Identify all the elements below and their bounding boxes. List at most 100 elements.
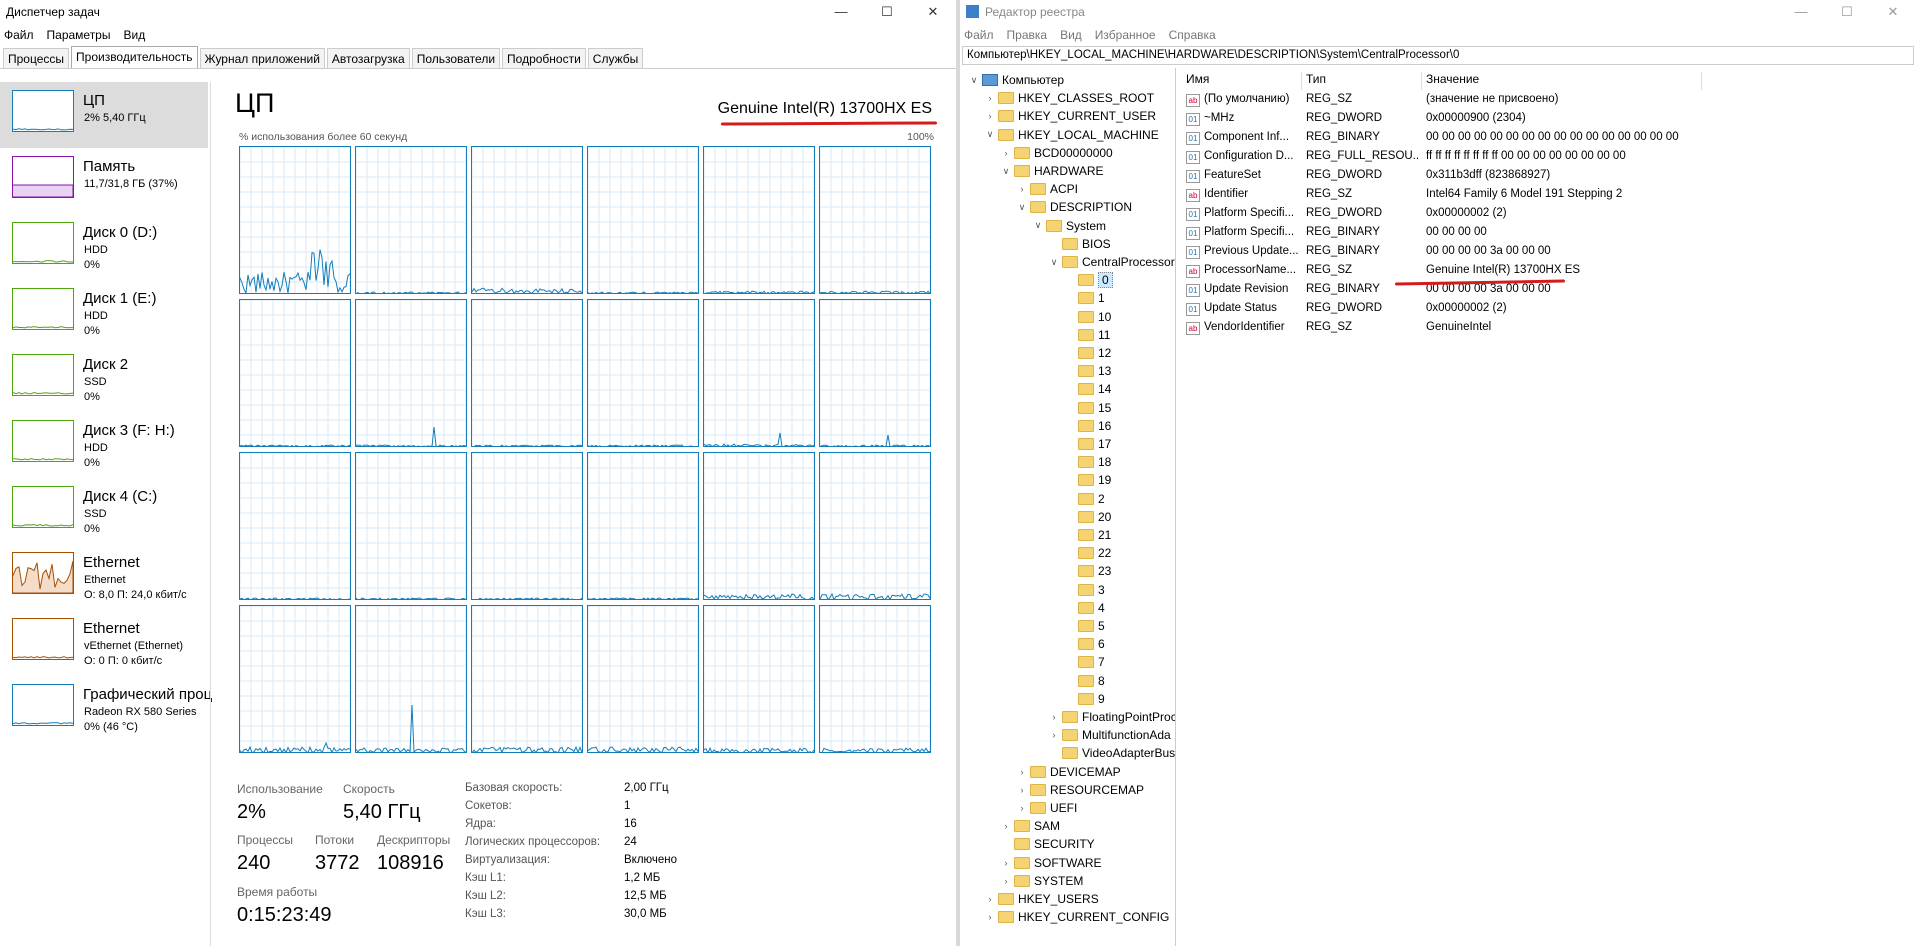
- address-bar[interactable]: Компьютер\HKEY_LOCAL_MACHINE\HARDWARE\DE…: [962, 46, 1914, 65]
- menu-help[interactable]: Справка: [1169, 28, 1216, 42]
- tree-node[interactable]: 9: [1064, 690, 1105, 708]
- registry-value-row[interactable]: 01 Configuration D... REG_FULL_RESOU... ff …: [1182, 148, 1916, 167]
- chevron-right-icon[interactable]: ›: [1016, 803, 1028, 813]
- tree-node[interactable]: › ACPI: [1016, 180, 1079, 198]
- tree-node[interactable]: 21: [1064, 526, 1111, 544]
- minimize-icon[interactable]: —: [1778, 0, 1824, 23]
- sidebar-item[interactable]: Диск 1 (E:) HDD 0%: [0, 280, 208, 346]
- sidebar-item[interactable]: Память 11,7/31,8 ГБ (37%): [0, 148, 208, 214]
- tab-app-history[interactable]: Журнал приложений: [199, 48, 325, 68]
- tree-node[interactable]: 22: [1064, 544, 1111, 562]
- chevron-right-icon[interactable]: ›: [984, 912, 996, 922]
- tab-details[interactable]: Подробности: [502, 48, 586, 68]
- tree-node[interactable]: 10: [1064, 308, 1111, 326]
- chevron-right-icon[interactable]: ›: [1000, 821, 1012, 831]
- tree-node[interactable]: 2: [1064, 490, 1105, 508]
- tab-performance[interactable]: Производительность: [71, 46, 198, 68]
- registry-value-row[interactable]: 01 Platform Specifi... REG_BINARY 00 00 00 …: [1182, 224, 1916, 243]
- tree-node[interactable]: 15: [1064, 399, 1111, 417]
- tree-node[interactable]: 11: [1064, 326, 1110, 344]
- chevron-right-icon[interactable]: ›: [1000, 876, 1012, 886]
- tree-node[interactable]: BIOS: [1048, 235, 1111, 253]
- tree-node[interactable]: › SAM: [1000, 817, 1061, 835]
- tree-node[interactable]: 18: [1064, 453, 1111, 471]
- sidebar-item[interactable]: Ethernet Ethernet О: 8,0 П: 24,0 кбит/с: [0, 544, 208, 610]
- chevron-right-icon[interactable]: ›: [1000, 148, 1012, 158]
- registry-value-row[interactable]: 01 Update Revision REG_BINARY 00 00 00 00 3…: [1182, 281, 1916, 300]
- registry-value-row[interactable]: 01 Update Status REG_DWORD 0x00000002 (2): [1182, 300, 1916, 319]
- chevron-right-icon[interactable]: ›: [984, 894, 996, 904]
- tree-node[interactable]: 19: [1064, 471, 1111, 489]
- tree-node[interactable]: › DEVICEMAP: [1016, 763, 1121, 781]
- menu-options[interactable]: Параметры: [47, 28, 111, 42]
- tree-node[interactable]: 1: [1064, 289, 1105, 307]
- tree-node[interactable]: 14: [1064, 380, 1111, 398]
- chevron-right-icon[interactable]: ›: [1000, 858, 1012, 868]
- sidebar-item[interactable]: Диск 4 (C:) SSD 0%: [0, 478, 208, 544]
- tree-node[interactable]: SECURITY: [1000, 835, 1095, 853]
- tree-node[interactable]: 16: [1064, 417, 1111, 435]
- tab-processes[interactable]: Процессы: [3, 48, 70, 68]
- chevron-down-icon[interactable]: ∨: [968, 75, 980, 86]
- tree-node[interactable]: 8: [1064, 672, 1105, 690]
- registry-value-row[interactable]: ab Identifier REG_SZ Intel64 Family 6 Model…: [1182, 186, 1916, 205]
- registry-value-row[interactable]: 01 Component Inf... REG_BINARY 00 00 00 00 …: [1182, 129, 1916, 148]
- tab-services[interactable]: Службы: [587, 48, 644, 68]
- menu-favorites[interactable]: Избранное: [1095, 28, 1156, 42]
- registry-value-row[interactable]: 01 Previous Update... REG_BINARY 00 00 00 0…: [1182, 243, 1916, 262]
- close-icon[interactable]: ✕: [910, 0, 956, 23]
- chevron-down-icon[interactable]: ∨: [984, 129, 996, 140]
- tm-titlebar[interactable]: Диспетчер задач — ☐ ✕: [0, 0, 956, 23]
- tree-node[interactable]: 4: [1064, 599, 1105, 617]
- menu-file[interactable]: Файл: [964, 28, 994, 42]
- sidebar-item[interactable]: Ethernet vEthernet (Ethernet) О: 0 П: 0 кб…: [0, 610, 208, 676]
- tree-node[interactable]: ∨ CentralProcessor: [1048, 253, 1175, 271]
- tree-node[interactable]: ∨ HARDWARE: [1000, 162, 1104, 180]
- sidebar-item[interactable]: Диск 2 SSD 0%: [0, 346, 208, 412]
- maximize-icon[interactable]: ☐: [1824, 0, 1870, 23]
- chevron-right-icon[interactable]: ›: [984, 111, 996, 121]
- sidebar-item[interactable]: Диск 3 (F: H:) HDD 0%: [0, 412, 208, 478]
- tab-startup[interactable]: Автозагрузка: [326, 48, 410, 68]
- tree-node[interactable]: 13: [1064, 362, 1111, 380]
- tree-node[interactable]: ∨ DESCRIPTION: [1016, 198, 1132, 216]
- maximize-icon[interactable]: ☐: [864, 0, 910, 23]
- chevron-down-icon[interactable]: ∨: [1016, 202, 1028, 213]
- menu-view[interactable]: Вид: [123, 28, 145, 42]
- menu-file[interactable]: Файл: [4, 28, 34, 42]
- tree-node[interactable]: › RESOURCEMAP: [1016, 781, 1145, 799]
- registry-value-row[interactable]: 01 ~MHz REG_DWORD 0x00000900 (2304): [1182, 110, 1916, 129]
- sidebar-item[interactable]: Графический проц Radeon RX 580 Series 0% (…: [0, 676, 212, 742]
- tree-node[interactable]: 20: [1064, 508, 1111, 526]
- tree-node[interactable]: 7: [1064, 653, 1105, 671]
- tree-node[interactable]: › HKEY_CURRENT_CONFIG: [984, 908, 1170, 926]
- tree-node[interactable]: ∨ HKEY_LOCAL_MACHINE: [984, 126, 1159, 144]
- tree-node[interactable]: 23: [1064, 562, 1111, 580]
- menu-view[interactable]: Вид: [1060, 28, 1082, 42]
- tree-node[interactable]: 3: [1064, 581, 1105, 599]
- minimize-icon[interactable]: —: [818, 0, 864, 23]
- menu-edit[interactable]: Правка: [1007, 28, 1048, 42]
- sidebar-item[interactable]: ЦП 2% 5,40 ГГц: [0, 82, 208, 148]
- chevron-down-icon[interactable]: ∨: [1032, 220, 1044, 231]
- chevron-right-icon[interactable]: ›: [1016, 184, 1028, 194]
- tree-node[interactable]: › HKEY_USERS: [984, 890, 1099, 908]
- col-type[interactable]: Тип: [1302, 72, 1422, 90]
- tree-node[interactable]: › MultifunctionAda: [1048, 726, 1171, 744]
- registry-value-row[interactable]: 01 FeatureSet REG_DWORD 0x311b3dff (8238689…: [1182, 167, 1916, 186]
- chevron-right-icon[interactable]: ›: [984, 93, 996, 103]
- chevron-right-icon[interactable]: ›: [1048, 712, 1060, 722]
- tree-node[interactable]: 0: [1064, 271, 1113, 289]
- tree-node[interactable]: › UEFI: [1016, 799, 1078, 817]
- sidebar-item[interactable]: Диск 0 (D:) HDD 0%: [0, 214, 208, 280]
- tree-node[interactable]: › SOFTWARE: [1000, 854, 1102, 872]
- close-icon[interactable]: ✕: [1870, 0, 1916, 23]
- tree-node[interactable]: › SYSTEM: [1000, 872, 1084, 890]
- registry-value-row[interactable]: ab ProcessorName... REG_SZ Genuine Intel(R)…: [1182, 262, 1916, 281]
- chevron-down-icon[interactable]: ∨: [1000, 166, 1012, 177]
- col-value[interactable]: Значение: [1422, 72, 1702, 90]
- registry-value-row[interactable]: 01 Platform Specifi... REG_DWORD 0x00000002…: [1182, 205, 1916, 224]
- re-titlebar[interactable]: Редактор реестра — ☐ ✕: [960, 0, 1916, 23]
- chevron-down-icon[interactable]: ∨: [1048, 257, 1060, 268]
- tree-node[interactable]: › HKEY_CURRENT_USER: [984, 107, 1157, 125]
